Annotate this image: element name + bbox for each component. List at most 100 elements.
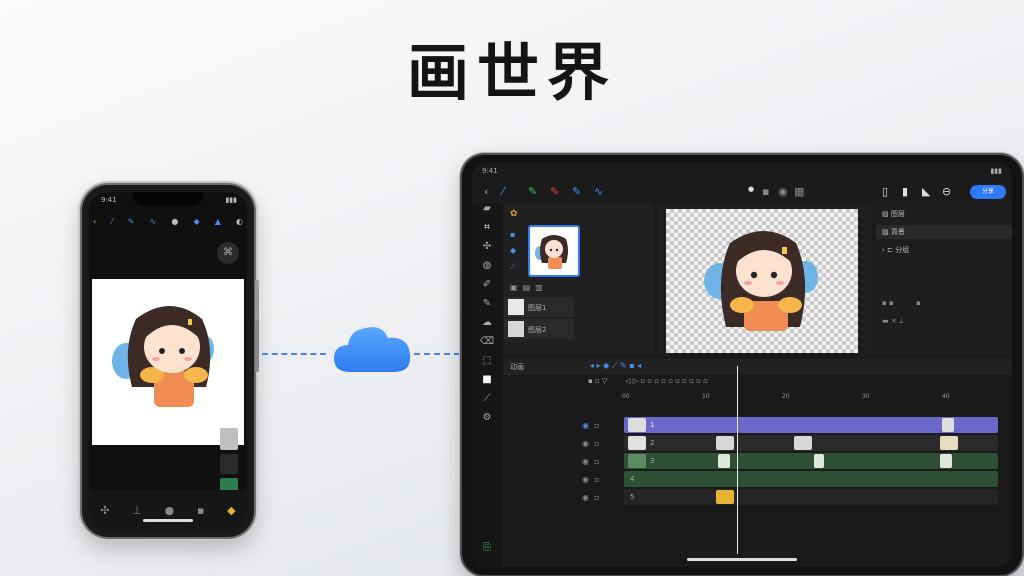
tablet-canvas[interactable]: [666, 209, 858, 353]
timeline-tools[interactable]: ◂ ▸ ◆ ⟋ ✎ ▪ ◂: [590, 361, 641, 371]
gallery-icon[interactable]: ◆: [227, 504, 235, 517]
pen-icon[interactable]: ✎: [128, 217, 135, 226]
ruler-tick: 00: [622, 393, 630, 400]
brush-green-icon[interactable]: ✎: [528, 185, 537, 198]
export-icon[interactable]: ⎘: [472, 542, 502, 561]
keyframe[interactable]: [628, 418, 646, 432]
timeline-label: 动画: [510, 363, 524, 371]
flag-icon[interactable]: ◣: [922, 185, 930, 198]
tablet-toolbar: ‹ ⁄ ✎ ✎ ✎ ∿ ● ▪ ◉ ▦ ▯ ▮ ◣ ⊖ 分享: [472, 181, 1012, 203]
phone-bottom-bar: ✣ ⊥ ● ▪ ◆: [89, 490, 247, 530]
layer-row[interactable]: 图层1: [504, 297, 574, 317]
phone-brush-size[interactable]: [220, 454, 238, 474]
page-title: 画世界: [406, 36, 617, 109]
track-controls: ◉ ▫ ◉ ▫ ◉ ▫ ◉ ▫ ◉ ▫: [582, 417, 622, 507]
move-icon[interactable]: ✣: [472, 241, 502, 260]
panel-icons: ▬ ✕ ⟂: [882, 317, 904, 325]
phone-status-time: 9:41: [101, 196, 117, 204]
panel-row[interactable]: ▨ 图层: [882, 209, 905, 219]
fill-icon[interactable]: ▲: [215, 217, 221, 226]
curve-icon[interactable]: ∿: [150, 217, 157, 226]
track-label: 4: [630, 475, 635, 483]
fill-icon[interactable]: ◍: [472, 260, 502, 279]
phone-transform-button[interactable]: ⌘: [217, 242, 239, 264]
settings-icon[interactable]: ◐: [236, 217, 243, 226]
smudge-icon[interactable]: ☁: [472, 317, 502, 336]
girl-illustration: [704, 231, 818, 331]
layers-icon[interactable]: ◆: [193, 217, 199, 226]
settings-icon[interactable]: ⚙: [472, 412, 502, 431]
dot-icon[interactable]: ●: [748, 185, 754, 193]
phone-side-button: [255, 320, 259, 372]
timeline-track[interactable]: 1: [624, 417, 998, 433]
share-button[interactable]: 分享: [970, 185, 1006, 199]
palette-icon[interactable]: ✿: [510, 209, 518, 219]
color-icon[interactable]: ●: [171, 217, 178, 226]
select-icon[interactable]: ⊥: [132, 504, 142, 517]
phone-battery-icon: ▮▮▮: [225, 196, 237, 204]
layer-thumbnail-active[interactable]: [528, 225, 580, 277]
keyframe[interactable]: [718, 454, 730, 468]
ruler-tick: 40: [942, 393, 950, 400]
eye-icon[interactable]: ◉: [778, 185, 788, 198]
keyframe[interactable]: [716, 490, 734, 504]
back-icon[interactable]: ‹: [484, 185, 488, 198]
grid-icon[interactable]: ▦: [794, 185, 804, 198]
girl-thumbnail: [535, 235, 568, 269]
track-visibility-icon[interactable]: ◉ ▫: [582, 471, 622, 489]
select-icon[interactable]: ⬚: [472, 355, 502, 374]
keyframe[interactable]: [716, 436, 734, 450]
timeline-track[interactable]: 2: [624, 435, 998, 451]
layer-panel: ✿ ▪ ◆ ⟋ ▣ ▤ ▥ 图层1 图层2: [504, 203, 654, 353]
eyedropper-icon[interactable]: ⟋: [472, 393, 502, 412]
brush-icon[interactable]: ✎: [472, 298, 502, 317]
phone-color-swatch[interactable]: [220, 428, 238, 450]
keyframe[interactable]: [814, 454, 824, 468]
track-label: 3: [650, 457, 655, 465]
tablet-device: 9:41 ▮▮▮ ‹ ⁄ ✎ ✎ ✎ ∿ ● ▪ ◉ ▦ ▯ ▮ ◣ ⊖ 分享 …: [462, 155, 1022, 575]
panel-row[interactable]: › ⊏ 分组: [882, 245, 909, 255]
playhead[interactable]: [737, 366, 738, 554]
phone-canvas[interactable]: [92, 279, 244, 445]
back-icon[interactable]: ‹: [93, 217, 96, 226]
panel-row[interactable]: ▨ 背景: [876, 225, 1012, 239]
phone-screen: 9:41 ▮▮▮ ‹ ⁄ ✎ ∿ ● ◆ ▲ ◐ ⌘ ✣ ⊥ ● ▪ ◆: [89, 192, 247, 530]
pen-icon[interactable]: ⁄: [502, 185, 504, 198]
tools-icon[interactable]: ✣: [100, 504, 109, 517]
copy-icon[interactable]: ▮: [902, 185, 908, 198]
brush-icon[interactable]: ⁄: [111, 217, 112, 226]
lock-icon[interactable]: ▪: [762, 185, 769, 198]
ruler-icons: ▪ ▫ ▽ ◁ ▷ ▫ ▫ ▫ ▫ ▫ ▫ ▫ ▫ ▫ ▫: [588, 377, 708, 385]
cloud-icon: [334, 327, 411, 372]
eraser-icon[interactable]: ⌫: [472, 336, 502, 355]
track-visibility-icon[interactable]: ◉ ▫: [582, 453, 622, 471]
timeline-track[interactable]: 4: [624, 471, 998, 487]
layer-sidebar-icons: ▪ ◆ ⟋: [510, 230, 517, 271]
keyframe[interactable]: [940, 436, 958, 450]
crop-icon[interactable]: ⌗: [472, 222, 502, 241]
hand-icon[interactable]: ▰: [472, 203, 502, 222]
curve-icon[interactable]: ∿: [594, 185, 603, 198]
pencil-icon[interactable]: ✐: [472, 279, 502, 298]
track-visibility-icon[interactable]: ◉ ▫: [582, 489, 622, 507]
timeline-track[interactable]: 3: [624, 453, 998, 469]
timeline-track[interactable]: 5: [624, 489, 998, 505]
panel-icons: ▪ ▪ ▪: [882, 299, 921, 307]
more-icon[interactable]: ⊖: [942, 185, 951, 198]
phone-toolbar: ‹ ⁄ ✎ ∿ ● ◆ ▲ ◐: [93, 214, 243, 228]
brush-red-icon[interactable]: ✎: [550, 185, 559, 198]
layer-row[interactable]: 图层2: [504, 319, 574, 339]
color-swatch-icon[interactable]: ■: [472, 374, 502, 393]
keyframe[interactable]: [628, 436, 646, 450]
keyframe[interactable]: [628, 454, 646, 468]
keyframe[interactable]: [942, 418, 954, 432]
tablet-screen: 9:41 ▮▮▮ ‹ ⁄ ✎ ✎ ✎ ∿ ● ▪ ◉ ▦ ▯ ▮ ◣ ⊖ 分享 …: [472, 163, 1012, 567]
layers-icon[interactable]: ▪: [197, 504, 204, 517]
color-wheel-icon[interactable]: ●: [165, 504, 175, 517]
file-icon[interactable]: ▯: [882, 185, 888, 198]
keyframe[interactable]: [940, 454, 952, 468]
keyframe[interactable]: [794, 436, 812, 450]
brush-blue-icon[interactable]: ✎: [572, 185, 581, 198]
track-visibility-icon[interactable]: ◉ ▫: [582, 435, 622, 453]
track-visibility-icon[interactable]: ◉ ▫: [582, 417, 622, 435]
